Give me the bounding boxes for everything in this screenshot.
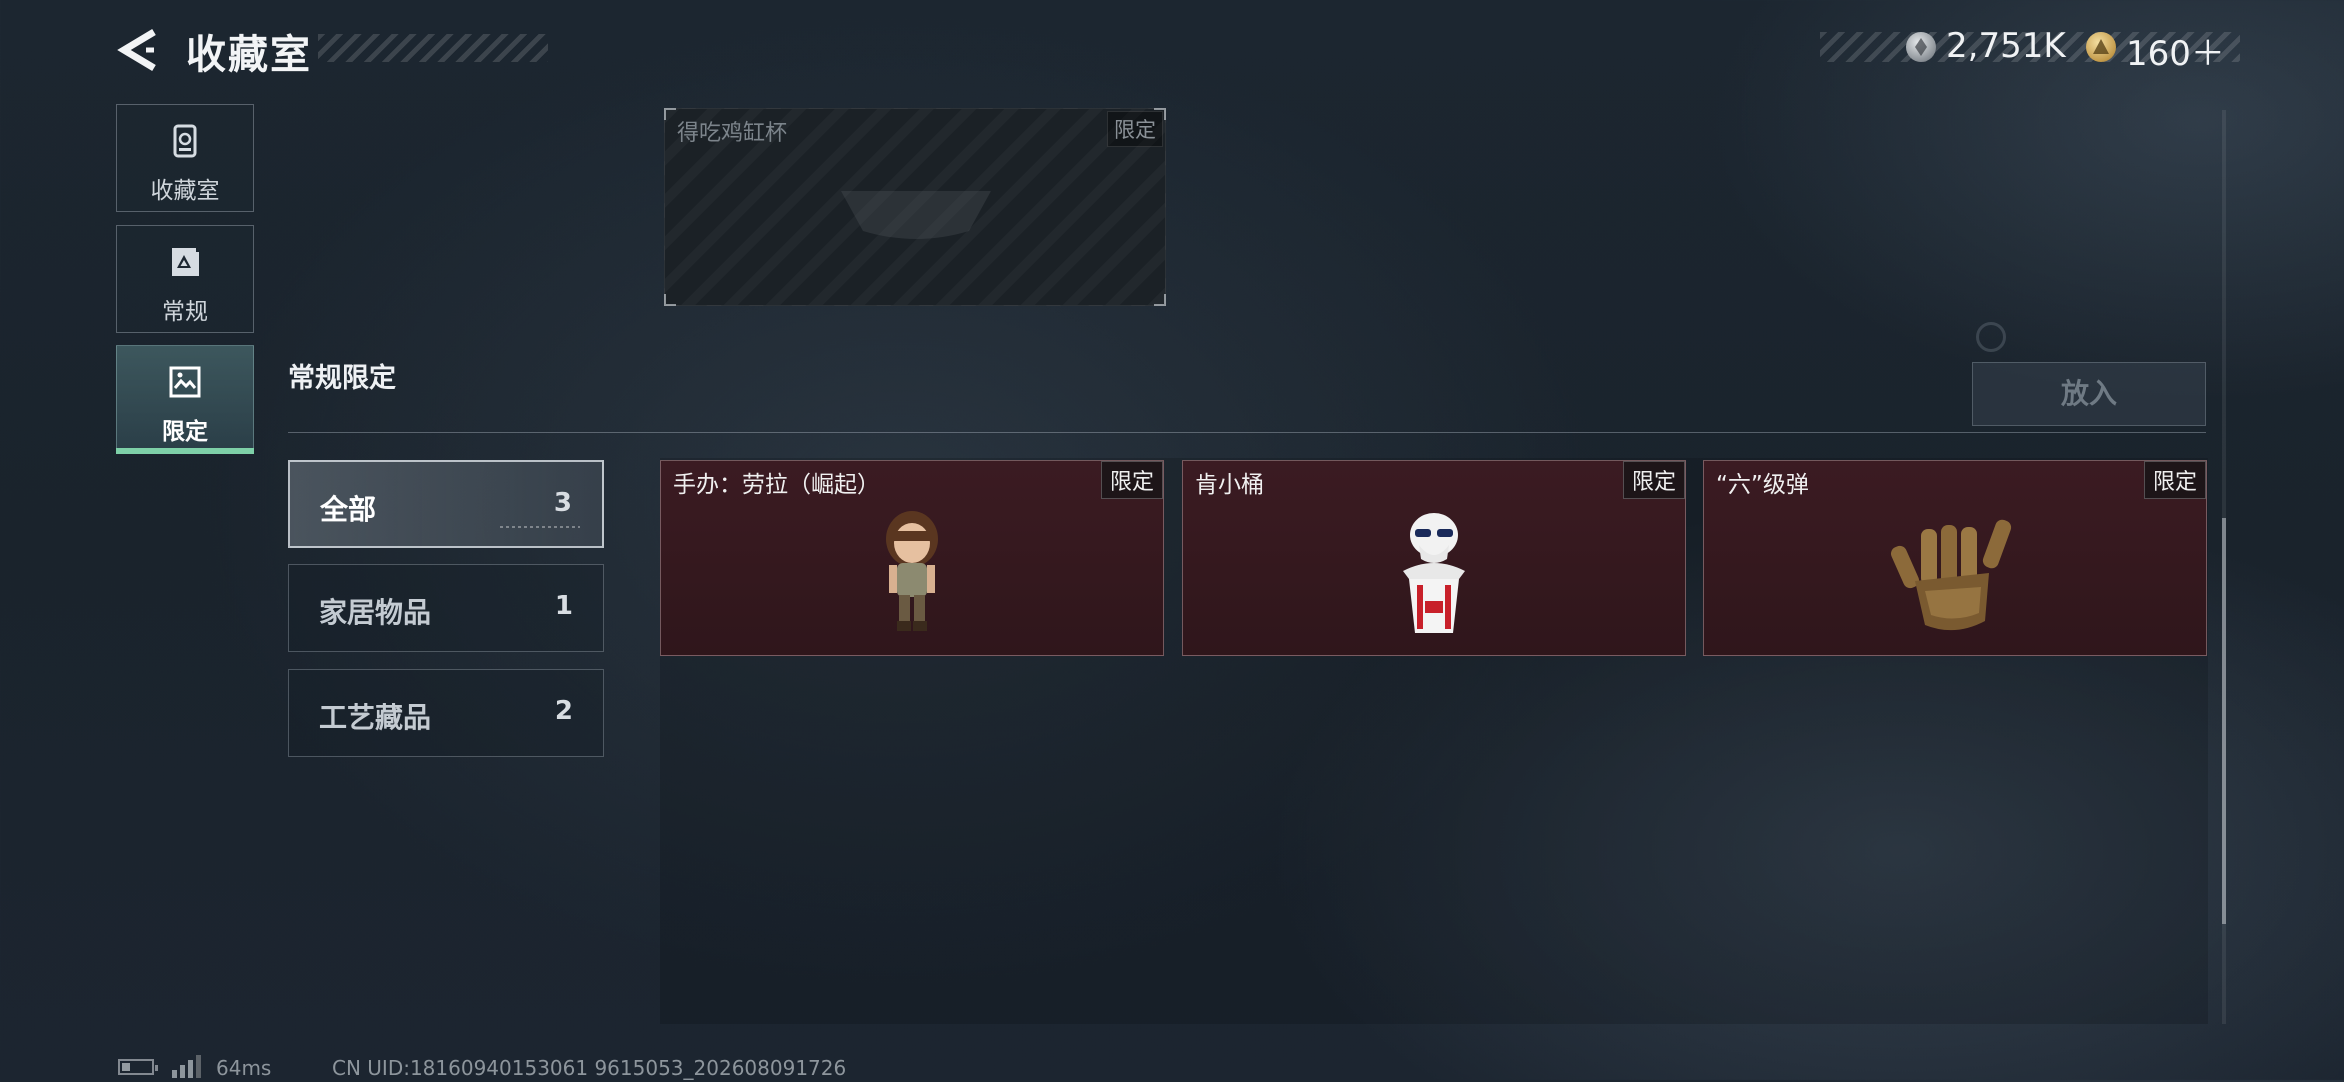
item-card-bullet-hand[interactable]: “六”级弹 限定 bbox=[1703, 460, 2207, 656]
battery-icon bbox=[118, 1059, 158, 1075]
filter-label: 家居物品 bbox=[319, 596, 432, 629]
filter-crafts[interactable]: 工艺藏品 2 bbox=[288, 669, 604, 757]
trophy-cabinet-icon bbox=[167, 123, 203, 159]
filter-count: 2 bbox=[554, 696, 573, 726]
nav-item-regular[interactable]: 常规 bbox=[116, 225, 254, 333]
title-decoration bbox=[318, 34, 548, 62]
currency2-value[interactable]: 160＋ bbox=[2126, 26, 2225, 75]
decorative-ring bbox=[1976, 322, 2006, 352]
filter-count: 1 bbox=[554, 591, 573, 621]
page-title: 收藏室 bbox=[186, 32, 312, 78]
colonel-bucket-icon bbox=[1403, 513, 1465, 633]
back-icon[interactable] bbox=[116, 26, 164, 74]
bullet-hand-icon bbox=[1890, 519, 2012, 631]
card-name: “六”级弹 bbox=[1716, 472, 1809, 498]
currency1-value: 2,751K bbox=[1946, 26, 2066, 66]
section-title: 常规限定 bbox=[288, 363, 396, 394]
lara-figure-icon bbox=[886, 511, 938, 631]
selected-indicator bbox=[116, 448, 254, 454]
ping-value: 64ms bbox=[216, 1056, 272, 1080]
document-triangle-icon bbox=[167, 244, 203, 280]
limited-tag: 限定 bbox=[1100, 461, 1163, 499]
filter-label: 工艺藏品 bbox=[319, 701, 432, 734]
filter-label: 全部 bbox=[320, 493, 377, 526]
card-name: 得吃鸡缸杯 bbox=[677, 121, 788, 146]
item-card-bucket[interactable]: 肯小桶 限定 bbox=[1182, 460, 1686, 656]
item-card-lara[interactable]: 手办：劳拉（崛起） 限定 bbox=[660, 460, 1164, 656]
nav-item-label: 收藏室 bbox=[150, 178, 220, 204]
section-divider bbox=[288, 432, 2206, 433]
collection-card-bowl[interactable]: 得吃鸡缸杯 限定 bbox=[664, 108, 1166, 306]
nav-item-limited[interactable]: 限定 bbox=[116, 345, 254, 453]
card-name: 肯小桶 bbox=[1195, 472, 1264, 498]
card-name: 手办：劳拉（崛起） bbox=[673, 472, 880, 498]
nav-item-collection[interactable]: 收藏室 bbox=[116, 104, 254, 212]
limited-tag: 限定 bbox=[1622, 461, 1685, 499]
image-frame-icon bbox=[167, 364, 203, 400]
user-uid: CN UID:18160940153061 9615053_2026080917… bbox=[332, 1056, 847, 1080]
scrollbar-thumb[interactable] bbox=[2222, 518, 2226, 924]
silver-coin-icon bbox=[1906, 32, 1936, 62]
put-in-button[interactable]: 放入 bbox=[1972, 362, 2206, 426]
gold-coin-icon bbox=[2086, 32, 2116, 62]
filter-all[interactable]: 全部 3 bbox=[288, 460, 604, 548]
filter-home-items[interactable]: 家居物品 1 bbox=[288, 564, 604, 652]
nav-item-label: 限定 bbox=[162, 419, 208, 445]
bowl-placeholder-icon bbox=[841, 191, 991, 239]
filter-decoration bbox=[500, 526, 580, 528]
signal-icon bbox=[170, 1054, 204, 1078]
limited-tag: 限定 bbox=[2143, 461, 2206, 499]
nav-item-label: 常规 bbox=[162, 299, 208, 325]
filter-count: 3 bbox=[553, 488, 572, 518]
